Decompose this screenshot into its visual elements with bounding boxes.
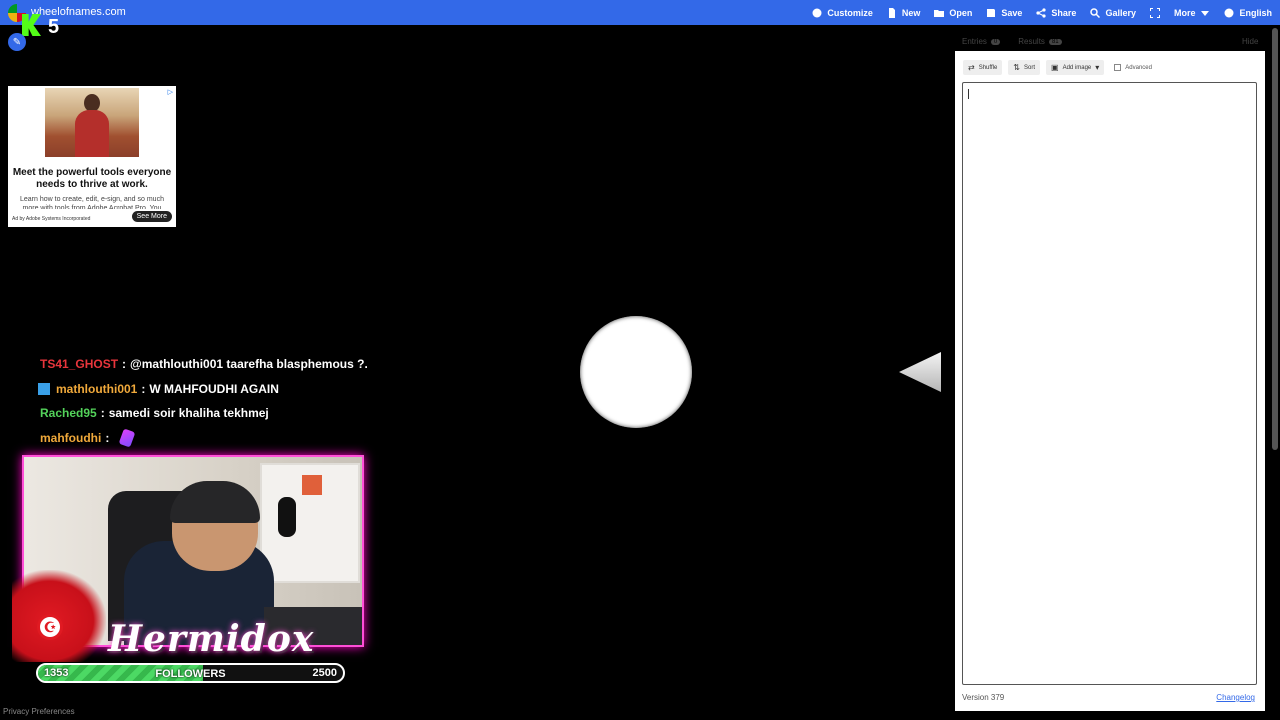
viewer-count: 5 xyxy=(48,16,60,38)
ad-body: Learn how to create, edit, e-sign, and s… xyxy=(20,196,164,209)
save-icon xyxy=(987,8,996,17)
chat-message: TS41_GHOST : @mathlouthi001 taarefha bla… xyxy=(36,352,456,377)
folder-icon xyxy=(934,9,945,17)
sort-icon: ⇅ xyxy=(1013,63,1020,72)
ad-cta-button[interactable]: See More xyxy=(131,211,172,222)
open-button[interactable]: Open xyxy=(934,8,972,18)
entries-panel: ⇄ Shuffle ⇅ Sort ▣ Add image ▾ Advanced … xyxy=(955,51,1265,711)
privacy-preferences-link[interactable]: Privacy Preferences xyxy=(3,707,75,716)
shuffle-button[interactable]: ⇄ Shuffle xyxy=(963,60,1003,75)
chat-text: @mathlouthi001 taarefha blasphemous ?. xyxy=(130,357,368,372)
headset-icon xyxy=(278,497,296,537)
changelog-link[interactable]: Changelog xyxy=(1216,693,1255,702)
wheel[interactable] xyxy=(580,316,692,428)
gallery-button[interactable]: Gallery xyxy=(1090,8,1136,18)
chat-text: W MAHFOUDHI AGAIN xyxy=(149,381,279,396)
text-caret xyxy=(968,89,969,99)
chat-message: mathlouthi001 : W MAHFOUDHI AGAIN xyxy=(36,377,456,402)
tab-entries[interactable]: Entries 0 xyxy=(962,37,1001,46)
advanced-checkbox[interactable]: Advanced xyxy=(1114,64,1152,71)
app-root: wheelofnames.com Customize New Open Save… xyxy=(0,0,1280,720)
checkbox-box[interactable] xyxy=(1114,64,1122,71)
panel-tabs: Entries 0 Results 81 xyxy=(962,37,1062,46)
chat-username: mathlouthi001 xyxy=(56,381,138,396)
customize-button[interactable]: Customize xyxy=(812,8,873,18)
streamer-name: Hermidox xyxy=(108,618,315,660)
more-menu-button[interactable]: More xyxy=(1174,8,1211,18)
ad-headline[interactable]: Meet the powerful tools everyone needs t… xyxy=(12,167,172,191)
new-button[interactable]: New xyxy=(887,7,920,18)
site-name[interactable]: wheelofnames.com xyxy=(31,6,126,18)
hide-panel-button[interactable]: Hide xyxy=(1242,37,1258,46)
top-bar: wheelofnames.com Customize New Open Save… xyxy=(0,0,1280,25)
tunisia-crescent-icon: ☪ xyxy=(37,614,63,640)
ad-person xyxy=(75,110,109,157)
share-icon xyxy=(1036,7,1047,18)
globe-icon xyxy=(1224,8,1234,17)
emote-icon xyxy=(118,428,136,448)
chat-username: Rached95 xyxy=(40,406,97,421)
tab-results[interactable]: Results 81 xyxy=(1018,37,1062,46)
entries-textarea[interactable] xyxy=(962,82,1257,685)
stream-chat: TS41_GHOST : @mathlouthi001 taarefha bla… xyxy=(36,352,456,450)
followers-goal-bar: 1353 FOLLOWERS 2500 xyxy=(36,663,345,683)
main-nav: Customize New Open Save Share Gallery Mo… xyxy=(812,0,1272,25)
kick-logo-icon xyxy=(22,14,41,36)
edit-pencil-button[interactable]: ✎ xyxy=(8,33,26,51)
shelf-item xyxy=(302,475,322,495)
chat-text: samedi soir khaliha tekhmej xyxy=(108,406,269,421)
chat-username: TS41_GHOST xyxy=(40,357,119,372)
chat-separator: : xyxy=(105,430,110,445)
chat-username: mahfoudhi xyxy=(40,430,102,445)
subscriber-badge-icon xyxy=(38,382,50,395)
shuffle-icon: ⇄ xyxy=(968,63,975,72)
version-label: Version 379 xyxy=(962,693,1005,702)
advertisement[interactable]: ▷ Meet the powerful tools everyone needs… xyxy=(8,86,176,227)
image-icon: ▣ xyxy=(1051,63,1059,72)
followers-label: FOLLOWERS xyxy=(155,668,226,680)
sort-button[interactable]: ⇅ Sort xyxy=(1008,60,1040,75)
language-button[interactable]: English xyxy=(1224,8,1272,18)
wheel-pointer-icon xyxy=(899,352,941,392)
entries-toolbar: ⇄ Shuffle ⇅ Sort ▣ Add image ▾ Advanced xyxy=(963,60,1152,75)
chat-separator: : xyxy=(141,381,146,396)
ad-image[interactable] xyxy=(45,88,139,157)
webcam-shelf xyxy=(260,463,360,583)
adchoices-icon[interactable]: ▷ xyxy=(168,88,173,96)
add-image-button[interactable]: ▣ Add image ▾ xyxy=(1046,60,1105,75)
results-count-badge: 81 xyxy=(1048,38,1062,45)
chat-message: Rached95 : samedi soir khaliha tekhmej xyxy=(36,401,456,426)
save-button[interactable]: Save xyxy=(986,8,1022,18)
chat-separator: : xyxy=(100,406,105,421)
fullscreen-button[interactable] xyxy=(1149,7,1160,18)
palette-icon xyxy=(812,8,822,17)
page-scrollbar[interactable] xyxy=(1272,28,1278,450)
tunisia-flag-splash xyxy=(12,570,106,662)
chat-separator: : xyxy=(122,357,127,372)
share-button[interactable]: Share xyxy=(1036,8,1076,18)
pencil-icon: ✎ xyxy=(12,36,22,48)
chevron-down-icon xyxy=(1201,10,1210,16)
fullscreen-icon xyxy=(1149,7,1160,18)
search-icon xyxy=(1090,7,1101,18)
chevron-down-icon: ▾ xyxy=(1095,63,1100,72)
chat-message: mahfoudhi : xyxy=(36,426,456,451)
entries-count-badge: 0 xyxy=(990,38,1001,45)
file-icon xyxy=(888,7,895,18)
ad-advertiser: Ad by Adobe Systems Incorporated xyxy=(12,216,91,222)
